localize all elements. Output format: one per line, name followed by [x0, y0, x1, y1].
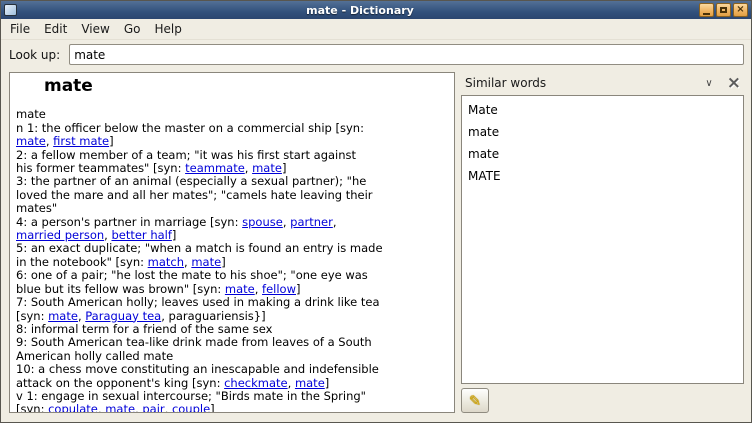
- dictionary-window: mate - Dictionary × FileEditViewGoHelp L…: [0, 0, 752, 423]
- definition-line: mates": [16, 202, 448, 215]
- definition-line: in the notebook" [syn: match, mate]: [16, 256, 448, 269]
- definition-link[interactable]: mate: [225, 283, 255, 296]
- window-title: mate - Dictionary: [21, 4, 699, 17]
- titlebar[interactable]: mate - Dictionary ×: [1, 1, 751, 19]
- similar-word-item[interactable]: MATE: [462, 165, 743, 187]
- definition-line: [syn: copulate, mate, pair, couple]: [16, 403, 448, 413]
- similar-words-list: MatematemateMATE: [461, 95, 744, 384]
- definition-line: 7: South American holly; leaves used in …: [16, 296, 448, 309]
- definition-line: 5: an exact duplicate; "when a match is …: [16, 242, 448, 255]
- definition-panel[interactable]: mate maten 1: the officer below the mast…: [9, 72, 455, 413]
- definition-headword: mate: [44, 80, 448, 93]
- definition-link[interactable]: mate: [48, 310, 78, 323]
- definition-line: [syn: mate, Paraguay tea, paraguariensis…: [16, 310, 448, 323]
- definition-link[interactable]: copulate: [48, 403, 98, 413]
- maximize-icon: [720, 7, 727, 13]
- definition-line: married person, better half]: [16, 229, 448, 242]
- menu-item-help[interactable]: Help: [147, 19, 188, 39]
- definition-line: n 1: the officer below the master on a c…: [16, 122, 448, 135]
- definition-line: v 1: engage in sexual intercourse; "Bird…: [16, 390, 448, 403]
- main-content: mate maten 1: the officer below the mast…: [1, 70, 751, 421]
- similar-word-item[interactable]: mate: [462, 121, 743, 143]
- definition-line: his former teammates" [syn: teammate, ma…: [16, 162, 448, 175]
- definition-link[interactable]: checkmate: [224, 377, 288, 390]
- lookup-label: Look up:: [9, 48, 60, 62]
- definition-link[interactable]: spouse: [242, 216, 283, 229]
- definition-link[interactable]: couple: [172, 403, 210, 413]
- definition-line: 6: one of a pair; "he lost the mate to h…: [16, 269, 448, 282]
- menubar: FileEditViewGoHelp: [1, 19, 751, 40]
- definition-link[interactable]: mate: [252, 162, 282, 175]
- clear-button[interactable]: ✎: [461, 388, 489, 413]
- menu-item-view[interactable]: View: [74, 19, 116, 39]
- definition-link[interactable]: mate: [295, 377, 325, 390]
- app-icon: [4, 4, 17, 16]
- definition-link[interactable]: mate: [105, 403, 135, 413]
- definition-line: 3: the partner of an animal (especially …: [16, 175, 448, 188]
- definition-link[interactable]: Paraguay tea: [85, 310, 161, 323]
- similar-word-item[interactable]: Mate: [462, 99, 743, 121]
- definition-line: 10: a chess move constituting an inescap…: [16, 363, 448, 376]
- definition-link[interactable]: pair: [142, 403, 164, 413]
- similar-word-item[interactable]: mate: [462, 143, 743, 165]
- definition-link[interactable]: married person: [16, 229, 104, 242]
- definition-line: 2: a fellow member of a team; "it was hi…: [16, 149, 448, 162]
- definition-line: 8: informal term for a friend of the sam…: [16, 323, 448, 336]
- minimize-button[interactable]: [699, 3, 714, 17]
- close-button[interactable]: ×: [733, 3, 748, 17]
- chevron-down-icon[interactable]: ∨: [705, 78, 712, 89]
- definition-line: blue but its fellow was brown" [syn: mat…: [16, 283, 448, 296]
- similar-words-sidebar: Similar words ∨ × MatematemateMATE ✎: [461, 72, 744, 413]
- sidebar-title: Similar words: [465, 76, 705, 90]
- definition-link[interactable]: fellow: [262, 283, 296, 296]
- sidebar-footer: ✎: [461, 384, 744, 413]
- definition-link[interactable]: teammate: [185, 162, 245, 175]
- definition-link[interactable]: mate: [191, 256, 221, 269]
- definition-body: maten 1: the officer below the master on…: [16, 108, 448, 413]
- definition-line: mate: [16, 108, 448, 121]
- definition-link[interactable]: first mate: [53, 135, 109, 148]
- definition-line: attack on the opponent's king [syn: chec…: [16, 377, 448, 390]
- sidebar-header: Similar words ∨ ×: [461, 72, 744, 94]
- definition-line: loved the mare and all her mates"; "came…: [16, 189, 448, 202]
- definition-link[interactable]: better half: [111, 229, 171, 242]
- definition-link[interactable]: match: [148, 256, 184, 269]
- definition-line: American holly called mate: [16, 350, 448, 363]
- menu-item-edit[interactable]: Edit: [37, 19, 74, 39]
- close-icon: ×: [736, 5, 744, 15]
- lookup-input[interactable]: [69, 44, 744, 65]
- lookup-row: Look up:: [1, 40, 751, 70]
- minimize-icon: [703, 13, 710, 15]
- maximize-button[interactable]: [716, 3, 731, 17]
- definition-link[interactable]: partner: [290, 216, 333, 229]
- definition-line: 4: a person's partner in marriage [syn: …: [16, 216, 448, 229]
- definition-link[interactable]: mate: [16, 135, 46, 148]
- window-controls: ×: [699, 3, 748, 17]
- definition-line: 9: South American tea-like drink made fr…: [16, 336, 448, 349]
- sidebar-close-icon[interactable]: ×: [727, 76, 741, 90]
- menu-item-file[interactable]: File: [3, 19, 37, 39]
- clear-pencil-icon: ✎: [469, 392, 482, 410]
- definition-line: mate, first mate]: [16, 135, 448, 148]
- menu-item-go[interactable]: Go: [117, 19, 148, 39]
